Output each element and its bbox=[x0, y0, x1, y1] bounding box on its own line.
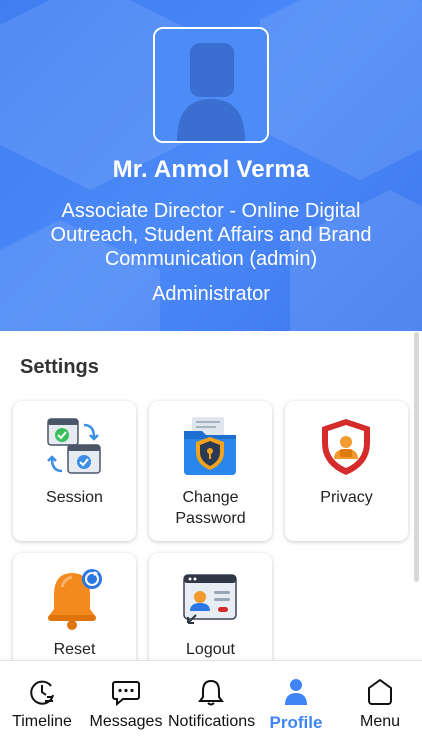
home-icon bbox=[368, 679, 392, 705]
session-label: Session bbox=[46, 489, 103, 506]
user-designation: Associate Director - Online Digital Outr… bbox=[50, 200, 372, 270]
nav-notifications[interactable]: Notifications bbox=[168, 661, 256, 750]
logout-label: Logout bbox=[186, 641, 235, 658]
profile-icon bbox=[285, 679, 307, 705]
change-password-icon bbox=[184, 417, 236, 475]
nav-timeline[interactable]: Timeline bbox=[0, 661, 84, 750]
change-password-card[interactable]: Change Password bbox=[149, 401, 272, 541]
privacy-label: Privacy bbox=[320, 489, 373, 506]
avatar[interactable] bbox=[153, 27, 269, 143]
user-silhouette-icon bbox=[155, 29, 267, 141]
nav-menu[interactable]: Menu bbox=[338, 661, 422, 750]
nav-timeline-label: Timeline bbox=[12, 713, 72, 730]
reset-bell-icon bbox=[48, 569, 102, 630]
logout-icon bbox=[183, 574, 237, 624]
nav-notifications-label: Notifications bbox=[168, 713, 256, 730]
session-icon bbox=[47, 418, 101, 474]
bottom-navigation: Timeline Messages Notifications Profile … bbox=[0, 660, 422, 750]
nav-profile-label: Profile bbox=[269, 713, 323, 732]
privacy-shield-icon bbox=[322, 419, 370, 475]
profile-header: Mr. Anmol Verma Associate Director - Onl… bbox=[0, 0, 422, 331]
timeline-icon bbox=[30, 680, 54, 705]
nav-menu-label: Menu bbox=[359, 713, 401, 730]
reset-label: Reset bbox=[53, 641, 96, 658]
session-card[interactable]: Session bbox=[13, 401, 136, 541]
settings-heading: Settings bbox=[20, 356, 99, 378]
user-name: Mr. Anmol Verma bbox=[112, 156, 310, 183]
nav-profile[interactable]: Profile bbox=[254, 661, 338, 750]
nav-messages[interactable]: Messages bbox=[84, 661, 168, 750]
user-role: Administrator bbox=[152, 283, 270, 305]
scrollbar[interactable] bbox=[414, 332, 419, 582]
messages-icon bbox=[112, 681, 140, 707]
bell-icon bbox=[198, 679, 224, 706]
nav-messages-label: Messages bbox=[89, 713, 163, 730]
privacy-card[interactable]: Privacy bbox=[285, 401, 408, 541]
change-password-label: Change Password bbox=[175, 489, 246, 527]
